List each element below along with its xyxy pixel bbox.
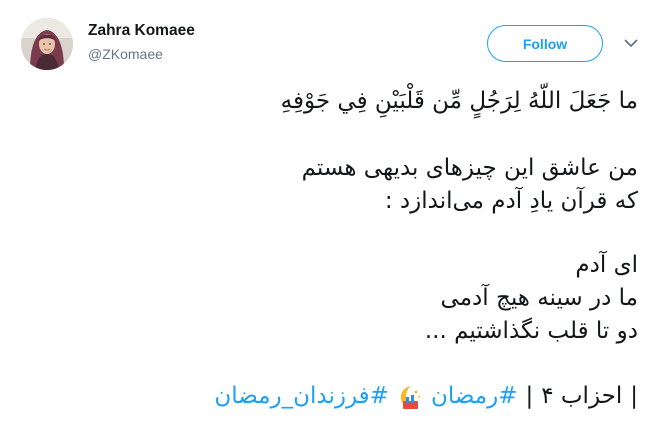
author-name[interactable]: Zahra Komaee <box>88 22 195 40</box>
tweet-text: ما جَعَلَ اللّهُ لِرَجُلٍ مِّن قَلْبَيْن… <box>38 85 638 413</box>
chevron-down-icon[interactable] <box>621 35 641 51</box>
author-avatar[interactable] <box>21 18 73 70</box>
crescent-moon-emoji-icon <box>397 383 423 411</box>
separator: | <box>525 383 534 409</box>
tweet-line: من عاشق این چیزهای بدیهی هستم <box>301 155 638 181</box>
tweet-line: دو تا قلب نگذاشتیم ... <box>424 318 638 344</box>
tweet-line: ما جَعَلَ اللّهُ لِرَجُلٍ مِّن قَلْبَيْن… <box>280 88 638 114</box>
author-handle[interactable]: @ZKomaee <box>88 46 163 62</box>
tweet-line: ای آدم <box>575 252 638 278</box>
separator: | <box>630 383 638 409</box>
tweet-line: که قرآن یادِ آدم می‌اندازد : <box>384 188 638 214</box>
user-avatar-icon <box>21 18 73 70</box>
hashtag-ramadan[interactable]: #رمضان <box>431 380 518 413</box>
verse-reference: احزاب ۴ <box>541 383 623 409</box>
tweet-line: ما در سینه هیچ آدمی <box>440 285 638 311</box>
hashtag-children-of-ramadan[interactable]: #فرزندان_رمضان <box>214 380 389 413</box>
tweet-footer-line: | احزاب ۴ | #رمضان #فرزندان_رمضان <box>38 380 638 413</box>
follow-button[interactable]: Follow <box>487 25 603 62</box>
